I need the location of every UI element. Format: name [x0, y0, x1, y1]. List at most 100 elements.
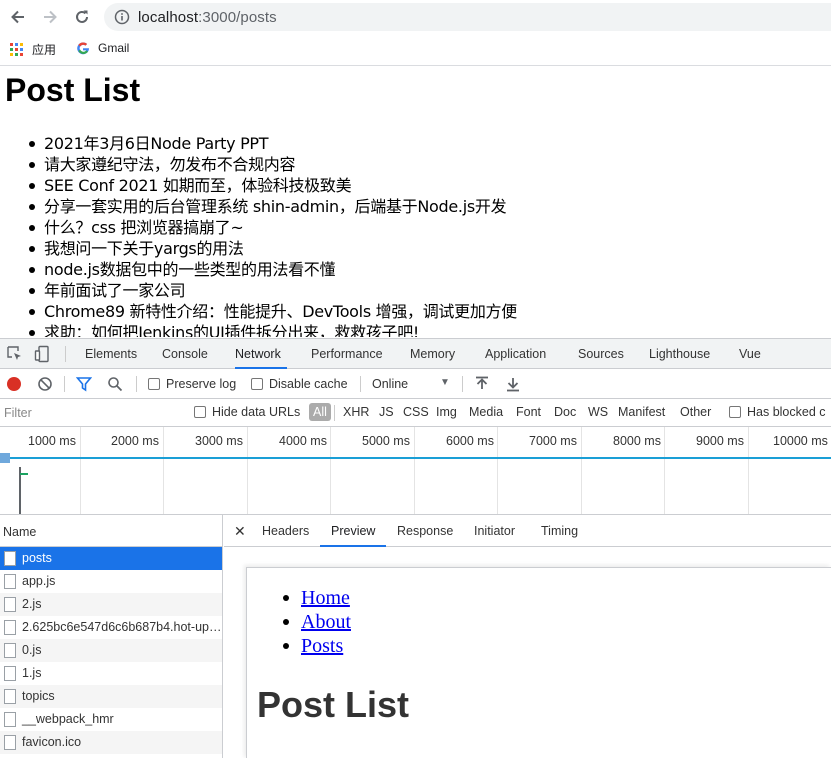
tab-headers[interactable]: Headers — [262, 515, 309, 547]
preview-frame: Home About Posts Post List — [246, 567, 831, 758]
tab-sources[interactable]: Sources — [578, 339, 624, 369]
request-row[interactable]: posts — [0, 547, 222, 570]
has-blocked-cookies-checkbox[interactable]: Has blocked c — [729, 405, 826, 419]
request-row[interactable]: app.js — [0, 570, 222, 593]
tab-vue[interactable]: Vue — [739, 339, 761, 369]
script-file-icon — [4, 574, 16, 589]
preview-link-about[interactable]: About — [301, 611, 351, 633]
tab-memory[interactable]: Memory — [410, 339, 455, 369]
checkbox-box[interactable] — [729, 406, 741, 418]
request-row[interactable]: topics — [0, 685, 222, 708]
script-file-icon — [4, 620, 16, 635]
filter-icon[interactable] — [76, 376, 92, 392]
back-button[interactable] — [7, 6, 29, 28]
timeline-tick: 7000 ms — [498, 427, 582, 514]
tab-network[interactable]: Network — [235, 339, 287, 369]
record-icon[interactable] — [6, 376, 22, 392]
type-filter-xhr[interactable]: XHR — [343, 405, 369, 419]
type-filter-css[interactable]: CSS — [403, 405, 429, 419]
forward-button[interactable] — [39, 6, 61, 28]
type-filter-img[interactable]: Img — [436, 405, 457, 419]
inspect-element-icon[interactable] — [6, 345, 24, 363]
tab-elements[interactable]: Elements — [85, 339, 137, 369]
script-file-icon — [4, 666, 16, 681]
timeline-tick: 2000 ms — [81, 427, 164, 514]
type-filter-manifest[interactable]: Manifest — [618, 405, 665, 419]
post-item: 请大家遵纪守法，勿发布不合规内容 — [29, 154, 517, 175]
request-row[interactable]: 2.js — [0, 593, 222, 616]
request-name: 0.js — [22, 643, 42, 657]
preserve-log-label: Preserve log — [166, 377, 237, 391]
info-icon[interactable] — [114, 9, 130, 25]
apps-grid-icon — [10, 42, 24, 57]
type-filter-js[interactable]: JS — [379, 405, 394, 419]
request-row[interactable]: __webpack_hmr — [0, 708, 222, 731]
preserve-log-checkbox[interactable]: Preserve log — [148, 377, 236, 391]
request-list: Name posts app.js 2.js 2.625bc6e547d6c6b… — [0, 515, 223, 758]
throttling-value: Online — [372, 377, 409, 391]
reload-button[interactable] — [71, 6, 93, 28]
type-filter-ws[interactable]: WS — [588, 405, 608, 419]
network-overview-timeline[interactable]: 1000 ms 2000 ms 3000 ms 4000 ms 5000 ms … — [0, 427, 831, 515]
tab-lighthouse[interactable]: Lighthouse — [649, 339, 710, 369]
disable-cache-checkbox[interactable]: Disable cache — [251, 377, 348, 391]
post-item: 2021年3月6日Node Party PPT — [29, 133, 517, 154]
bookmark-gmail[interactable]: Gmail — [76, 41, 129, 55]
tick-label: 4000 ms — [279, 434, 327, 448]
tab-console[interactable]: Console — [162, 339, 208, 369]
request-row[interactable]: favicon.ico — [0, 731, 222, 754]
timeline-tick: 6000 ms — [415, 427, 498, 514]
tick-label: 1000 ms — [28, 434, 76, 448]
devtools-panel: Elements Console Network Performance Mem… — [0, 338, 831, 758]
checkbox-box[interactable] — [251, 378, 263, 390]
type-filter-doc[interactable]: Doc — [554, 405, 576, 419]
timeline-tick: 3000 ms — [164, 427, 248, 514]
browser-toolbar: localhost:3000/posts — [0, 0, 831, 34]
tab-timing[interactable]: Timing — [541, 515, 578, 547]
url-host: localhost — [138, 9, 199, 26]
tab-preview[interactable]: Preview — [320, 515, 387, 547]
request-name: posts — [22, 551, 52, 565]
preview-link-posts[interactable]: Posts — [301, 635, 343, 657]
bookmark-apps[interactable]: 应用 — [10, 41, 56, 58]
bookmark-apps-label: 应用 — [32, 43, 57, 57]
post-item: SEE Conf 2021 如期而至，体验科技极致美 — [29, 175, 517, 196]
throttling-select[interactable]: Online ▼ — [372, 377, 452, 391]
column-header-name[interactable]: Name — [0, 515, 222, 547]
address-bar[interactable]: localhost:3000/posts — [104, 3, 831, 31]
reload-icon — [76, 10, 88, 23]
checkbox-box[interactable] — [148, 378, 160, 390]
request-row[interactable]: 2.625bc6e547d6c6b687b4.hot-update.js — [0, 616, 222, 639]
hide-data-urls-checkbox[interactable]: Hide data URLs — [194, 405, 300, 419]
tab-initiator[interactable]: Initiator — [474, 515, 515, 547]
import-har-icon[interactable] — [474, 376, 490, 392]
request-row[interactable]: 0.js — [0, 639, 222, 662]
timeline-tick: 5000 ms — [331, 427, 415, 514]
tick-label: 2000 ms — [111, 434, 159, 448]
type-filter-other[interactable]: Other — [680, 405, 711, 419]
devtools-tab-bar: Elements Console Network Performance Mem… — [0, 339, 831, 369]
checkbox-box[interactable] — [194, 406, 206, 418]
tab-performance[interactable]: Performance — [311, 339, 383, 369]
preview-link-home[interactable]: Home — [301, 587, 350, 609]
search-icon[interactable] — [107, 376, 123, 392]
type-filter-media[interactable]: Media — [469, 405, 503, 419]
bookmarks-bar: 应用 Gmail — [0, 34, 831, 66]
filter-input[interactable]: Filter — [0, 401, 180, 424]
tab-application[interactable]: Application — [485, 339, 546, 369]
document-file-icon — [4, 689, 16, 704]
close-icon[interactable]: ✕ — [234, 523, 246, 540]
tick-label: 7000 ms — [529, 434, 577, 448]
toolbar-divider — [64, 376, 65, 392]
filter-bar: Filter Hide data URLs All XHR JS CSS Img… — [0, 399, 831, 427]
tab-response[interactable]: Response — [397, 515, 453, 547]
url-path: :3000/posts — [198, 9, 277, 26]
device-toolbar-icon[interactable] — [34, 345, 52, 363]
type-filter-font[interactable]: Font — [516, 405, 541, 419]
export-har-icon[interactable] — [505, 376, 521, 392]
type-filter-all[interactable]: All — [309, 403, 331, 421]
request-row[interactable]: 1.js — [0, 662, 222, 685]
clear-icon[interactable] — [37, 376, 53, 392]
timeline-tick: 4000 ms — [248, 427, 331, 514]
timeline-activity-line — [0, 457, 831, 459]
